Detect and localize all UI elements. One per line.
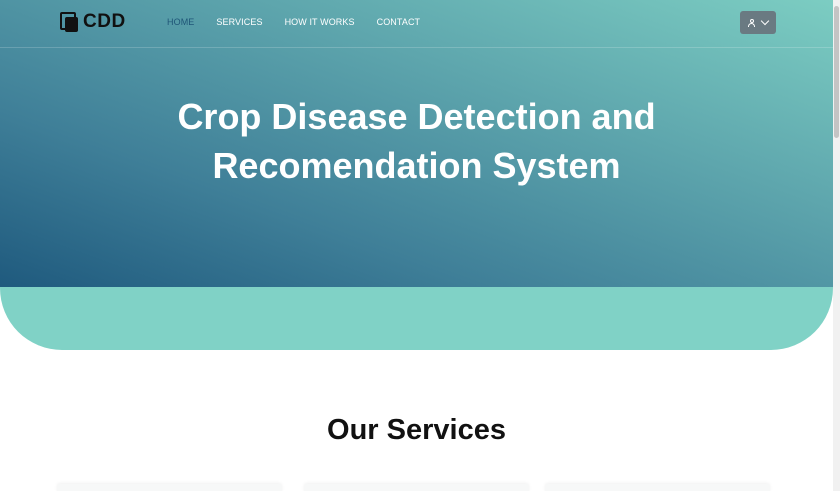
nav-how-it-works[interactable]: HOW IT WORKS	[285, 17, 355, 28]
nav-contact[interactable]: CONTACT	[377, 17, 421, 28]
main-nav: HOME SERVICES HOW IT WORKS CONTACT	[167, 17, 442, 28]
user-menu-button[interactable]	[740, 11, 776, 34]
logo-squares-icon	[60, 11, 79, 33]
chevron-down-icon	[760, 16, 770, 26]
hero-title-line2: Recomendation System	[212, 145, 621, 186]
scrollbar[interactable]	[833, 0, 840, 491]
service-card	[304, 484, 529, 491]
hero-section: CDD HOME SERVICES HOW IT WORKS CONTACT C…	[0, 0, 833, 287]
service-card	[57, 484, 282, 491]
page: CDD HOME SERVICES HOW IT WORKS CONTACT C…	[0, 0, 833, 491]
service-card	[545, 484, 770, 491]
hero-title: Crop Disease Detection and Recomendation…	[0, 92, 833, 190]
brand-name: CDD	[83, 11, 126, 32]
services-heading: Our Services	[327, 414, 506, 446]
scrollbar-thumb[interactable]	[834, 6, 839, 138]
site-header: CDD HOME SERVICES HOW IT WORKS CONTACT	[0, 0, 833, 48]
nav-home[interactable]: HOME	[167, 17, 194, 28]
nav-services[interactable]: SERVICES	[216, 17, 262, 28]
user-icon	[748, 18, 755, 27]
hero-curve-band	[0, 287, 833, 350]
hero-title-line1: Crop Disease Detection and	[177, 96, 656, 137]
brand-logo[interactable]: CDD	[60, 11, 126, 33]
